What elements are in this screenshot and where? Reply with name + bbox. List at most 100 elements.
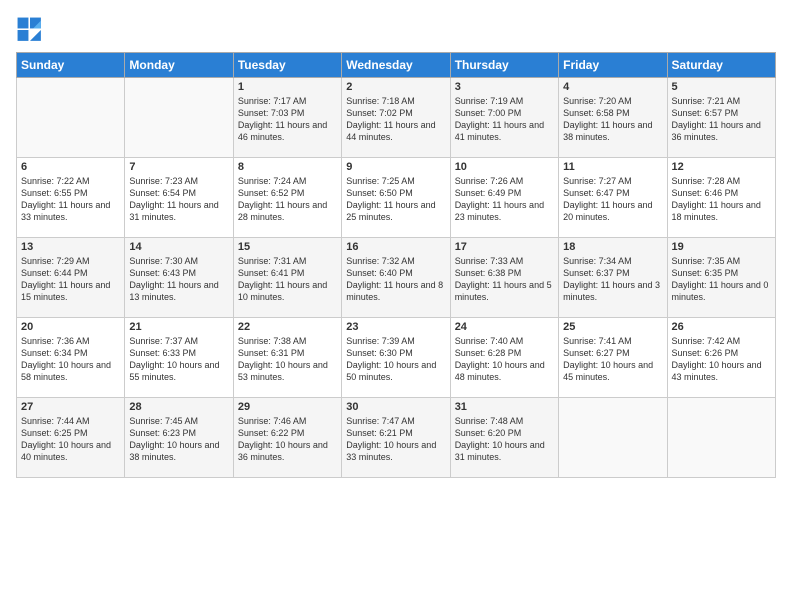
day-number: 13: [21, 241, 120, 253]
calendar-cell: 22 Sunrise: 7:38 AMSunset: 6:31 PMDayligh…: [233, 318, 341, 398]
calendar-cell: 28 Sunrise: 7:45 AMSunset: 6:23 PMDayligh…: [125, 398, 233, 478]
cell-info: Sunrise: 7:37 AMSunset: 6:33 PMDaylight:…: [129, 335, 228, 384]
day-number: 18: [563, 241, 662, 253]
calendar-cell: [559, 398, 667, 478]
calendar-cell: 12 Sunrise: 7:28 AMSunset: 6:46 PMDayligh…: [667, 158, 775, 238]
cell-info: Sunrise: 7:30 AMSunset: 6:43 PMDaylight:…: [129, 255, 228, 304]
cell-info: Sunrise: 7:31 AMSunset: 6:41 PMDaylight:…: [238, 255, 337, 304]
calendar-week-row: 1Sunrise: 7:17 AMSunset: 7:03 PMDaylight…: [17, 78, 776, 158]
day-number: 21: [129, 321, 228, 333]
calendar-cell: 26 Sunrise: 7:42 AMSunset: 6:26 PMDayligh…: [667, 318, 775, 398]
calendar-cell: 14Sunrise: 7:30 AMSunset: 6:43 PMDayligh…: [125, 238, 233, 318]
day-number: 19: [672, 241, 771, 253]
calendar-cell: 1Sunrise: 7:17 AMSunset: 7:03 PMDaylight…: [233, 78, 341, 158]
day-number: 2: [346, 81, 445, 93]
weekday-header-wednesday: Wednesday: [342, 53, 450, 78]
cell-info: Sunrise: 7:21 AMSunset: 6:57 PMDaylight:…: [672, 95, 771, 144]
day-number: 27: [21, 401, 120, 413]
calendar-cell: 18 Sunrise: 7:34 AMSunset: 6:37 PMDayligh…: [559, 238, 667, 318]
calendar-cell: 2Sunrise: 7:18 AMSunset: 7:02 PMDaylight…: [342, 78, 450, 158]
calendar-cell: 3 Sunrise: 7:19 AMSunset: 7:00 PMDaylight…: [450, 78, 558, 158]
calendar-table: SundayMondayTuesdayWednesdayThursdayFrid…: [16, 52, 776, 478]
day-number: 6: [21, 161, 120, 173]
calendar-cell: [667, 398, 775, 478]
cell-info: Sunrise: 7:39 AMSunset: 6:30 PMDaylight:…: [346, 335, 445, 384]
calendar-cell: 16 Sunrise: 7:32 AMSunset: 6:40 PMDayligh…: [342, 238, 450, 318]
calendar-week-row: 27 Sunrise: 7:44 AMSunset: 6:25 PMDayligh…: [17, 398, 776, 478]
calendar-cell: 9Sunrise: 7:25 AMSunset: 6:50 PMDaylight…: [342, 158, 450, 238]
day-number: 15: [238, 241, 337, 253]
day-number: 11: [563, 161, 662, 173]
weekday-header-tuesday: Tuesday: [233, 53, 341, 78]
cell-info: Sunrise: 7:46 AMSunset: 6:22 PMDaylight:…: [238, 415, 337, 464]
cell-info: Sunrise: 7:34 AMSunset: 6:37 PMDaylight:…: [563, 255, 662, 304]
day-number: 24: [455, 321, 554, 333]
weekday-header-row: SundayMondayTuesdayWednesdayThursdayFrid…: [17, 53, 776, 78]
calendar-cell: 20Sunrise: 7:36 AMSunset: 6:34 PMDayligh…: [17, 318, 125, 398]
day-number: 29: [238, 401, 337, 413]
cell-info: Sunrise: 7:27 AMSunset: 6:47 PMDaylight:…: [563, 175, 662, 224]
day-number: 28: [129, 401, 228, 413]
cell-info: Sunrise: 7:42 AMSunset: 6:26 PMDaylight:…: [672, 335, 771, 384]
day-number: 31: [455, 401, 554, 413]
calendar-cell: 17 Sunrise: 7:33 AMSunset: 6:38 PMDayligh…: [450, 238, 558, 318]
cell-info: Sunrise: 7:44 AMSunset: 6:25 PMDaylight:…: [21, 415, 120, 464]
cell-info: Sunrise: 7:26 AMSunset: 6:49 PMDaylight:…: [455, 175, 554, 224]
cell-info: Sunrise: 7:20 AMSunset: 6:58 PMDaylight:…: [563, 95, 662, 144]
calendar-cell: 19 Sunrise: 7:35 AMSunset: 6:35 PMDayligh…: [667, 238, 775, 318]
calendar-cell: 7 Sunrise: 7:23 AMSunset: 6:54 PMDaylight…: [125, 158, 233, 238]
cell-info: Sunrise: 7:32 AMSunset: 6:40 PMDaylight:…: [346, 255, 445, 304]
calendar-cell: [125, 78, 233, 158]
day-number: 20: [21, 321, 120, 333]
day-number: 8: [238, 161, 337, 173]
cell-info: Sunrise: 7:48 AMSunset: 6:20 PMDaylight:…: [455, 415, 554, 464]
calendar-week-row: 6 Sunrise: 7:22 AMSunset: 6:55 PMDaylight…: [17, 158, 776, 238]
cell-info: Sunrise: 7:38 AMSunset: 6:31 PMDaylight:…: [238, 335, 337, 384]
calendar-cell: 25 Sunrise: 7:41 AMSunset: 6:27 PMDayligh…: [559, 318, 667, 398]
calendar-cell: 4 Sunrise: 7:20 AMSunset: 6:58 PMDaylight…: [559, 78, 667, 158]
weekday-header-monday: Monday: [125, 53, 233, 78]
calendar-cell: [17, 78, 125, 158]
day-number: 22: [238, 321, 337, 333]
day-number: 3: [455, 81, 554, 93]
weekday-header-thursday: Thursday: [450, 53, 558, 78]
day-number: 25: [563, 321, 662, 333]
calendar-cell: 8Sunrise: 7:24 AMSunset: 6:52 PMDaylight…: [233, 158, 341, 238]
calendar-cell: 10 Sunrise: 7:26 AMSunset: 6:49 PMDayligh…: [450, 158, 558, 238]
day-number: 23: [346, 321, 445, 333]
cell-info: Sunrise: 7:35 AMSunset: 6:35 PMDaylight:…: [672, 255, 771, 304]
weekday-header-saturday: Saturday: [667, 53, 775, 78]
day-number: 12: [672, 161, 771, 173]
calendar-cell: 30Sunrise: 7:47 AMSunset: 6:21 PMDayligh…: [342, 398, 450, 478]
cell-info: Sunrise: 7:19 AMSunset: 7:00 PMDaylight:…: [455, 95, 554, 144]
calendar-cell: 6 Sunrise: 7:22 AMSunset: 6:55 PMDaylight…: [17, 158, 125, 238]
cell-info: Sunrise: 7:40 AMSunset: 6:28 PMDaylight:…: [455, 335, 554, 384]
calendar-cell: 5Sunrise: 7:21 AMSunset: 6:57 PMDaylight…: [667, 78, 775, 158]
calendar-week-row: 20Sunrise: 7:36 AMSunset: 6:34 PMDayligh…: [17, 318, 776, 398]
cell-info: Sunrise: 7:25 AMSunset: 6:50 PMDaylight:…: [346, 175, 445, 224]
day-number: 10: [455, 161, 554, 173]
cell-info: Sunrise: 7:23 AMSunset: 6:54 PMDaylight:…: [129, 175, 228, 224]
calendar-cell: 11 Sunrise: 7:27 AMSunset: 6:47 PMDayligh…: [559, 158, 667, 238]
cell-info: Sunrise: 7:41 AMSunset: 6:27 PMDaylight:…: [563, 335, 662, 384]
day-number: 17: [455, 241, 554, 253]
day-number: 16: [346, 241, 445, 253]
calendar-cell: 29 Sunrise: 7:46 AMSunset: 6:22 PMDayligh…: [233, 398, 341, 478]
day-number: 30: [346, 401, 445, 413]
page-header: [16, 16, 776, 44]
calendar-cell: 23 Sunrise: 7:39 AMSunset: 6:30 PMDayligh…: [342, 318, 450, 398]
day-number: 4: [563, 81, 662, 93]
day-number: 7: [129, 161, 228, 173]
calendar-cell: 13Sunrise: 7:29 AMSunset: 6:44 PMDayligh…: [17, 238, 125, 318]
calendar-cell: 15 Sunrise: 7:31 AMSunset: 6:41 PMDayligh…: [233, 238, 341, 318]
cell-info: Sunrise: 7:33 AMSunset: 6:38 PMDaylight:…: [455, 255, 554, 304]
calendar-cell: 27 Sunrise: 7:44 AMSunset: 6:25 PMDayligh…: [17, 398, 125, 478]
cell-info: Sunrise: 7:45 AMSunset: 6:23 PMDaylight:…: [129, 415, 228, 464]
calendar-cell: 24 Sunrise: 7:40 AMSunset: 6:28 PMDayligh…: [450, 318, 558, 398]
cell-info: Sunrise: 7:22 AMSunset: 6:55 PMDaylight:…: [21, 175, 120, 224]
day-number: 26: [672, 321, 771, 333]
weekday-header-friday: Friday: [559, 53, 667, 78]
calendar-cell: 31 Sunrise: 7:48 AMSunset: 6:20 PMDayligh…: [450, 398, 558, 478]
calendar-week-row: 13Sunrise: 7:29 AMSunset: 6:44 PMDayligh…: [17, 238, 776, 318]
cell-info: Sunrise: 7:28 AMSunset: 6:46 PMDaylight:…: [672, 175, 771, 224]
